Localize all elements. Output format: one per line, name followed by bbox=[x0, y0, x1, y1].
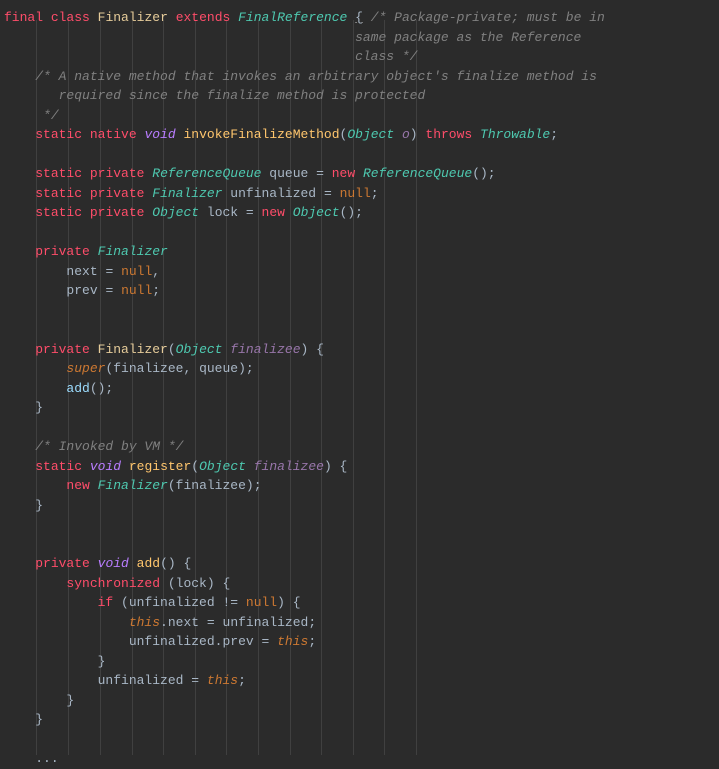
code-line: static private ReferenceQueue queue = ne… bbox=[4, 164, 715, 184]
code-line: private Finalizer(Object finalizee) { bbox=[4, 340, 715, 360]
code-line: new Finalizer(finalizee); bbox=[4, 476, 715, 496]
code-line: prev = null; bbox=[4, 281, 715, 301]
code-line: unfinalized = this; bbox=[4, 671, 715, 691]
code-line: static void register(Object finalizee) { bbox=[4, 457, 715, 477]
code-line: } bbox=[4, 398, 715, 418]
code-line: super(finalizee, queue); bbox=[4, 359, 715, 379]
code-line: /* Invoked by VM */ bbox=[4, 437, 715, 457]
code-line: /* A native method that invokes an arbit… bbox=[4, 67, 715, 87]
code-line: static native void invokeFinalizeMethod(… bbox=[4, 125, 715, 145]
code-line: unfinalized.prev = this; bbox=[4, 632, 715, 652]
code-line: } bbox=[4, 496, 715, 516]
code-line: same package as the Reference bbox=[4, 28, 715, 48]
code-line: } bbox=[4, 710, 715, 730]
code-line: } bbox=[4, 652, 715, 672]
code-line: static private Finalizer unfinalized = n… bbox=[4, 184, 715, 204]
code-line: this.next = unfinalized; bbox=[4, 613, 715, 633]
code-line: final class Finalizer extends FinalRefer… bbox=[4, 8, 715, 28]
code-line: ... bbox=[4, 749, 715, 769]
code-line: synchronized (lock) { bbox=[4, 574, 715, 594]
code-line: private void add() { bbox=[4, 554, 715, 574]
code-line: */ bbox=[4, 106, 715, 126]
code-line: add(); bbox=[4, 379, 715, 399]
code-line: if (unfinalized != null) { bbox=[4, 593, 715, 613]
code-line: required since the finalize method is pr… bbox=[4, 86, 715, 106]
code-line: static private Object lock = new Object(… bbox=[4, 203, 715, 223]
code-editor[interactable]: final class Finalizer extends FinalRefer… bbox=[4, 8, 715, 769]
code-line: class */ bbox=[4, 47, 715, 67]
code-line: private Finalizer bbox=[4, 242, 715, 262]
code-line: } bbox=[4, 691, 715, 711]
code-line: next = null, bbox=[4, 262, 715, 282]
